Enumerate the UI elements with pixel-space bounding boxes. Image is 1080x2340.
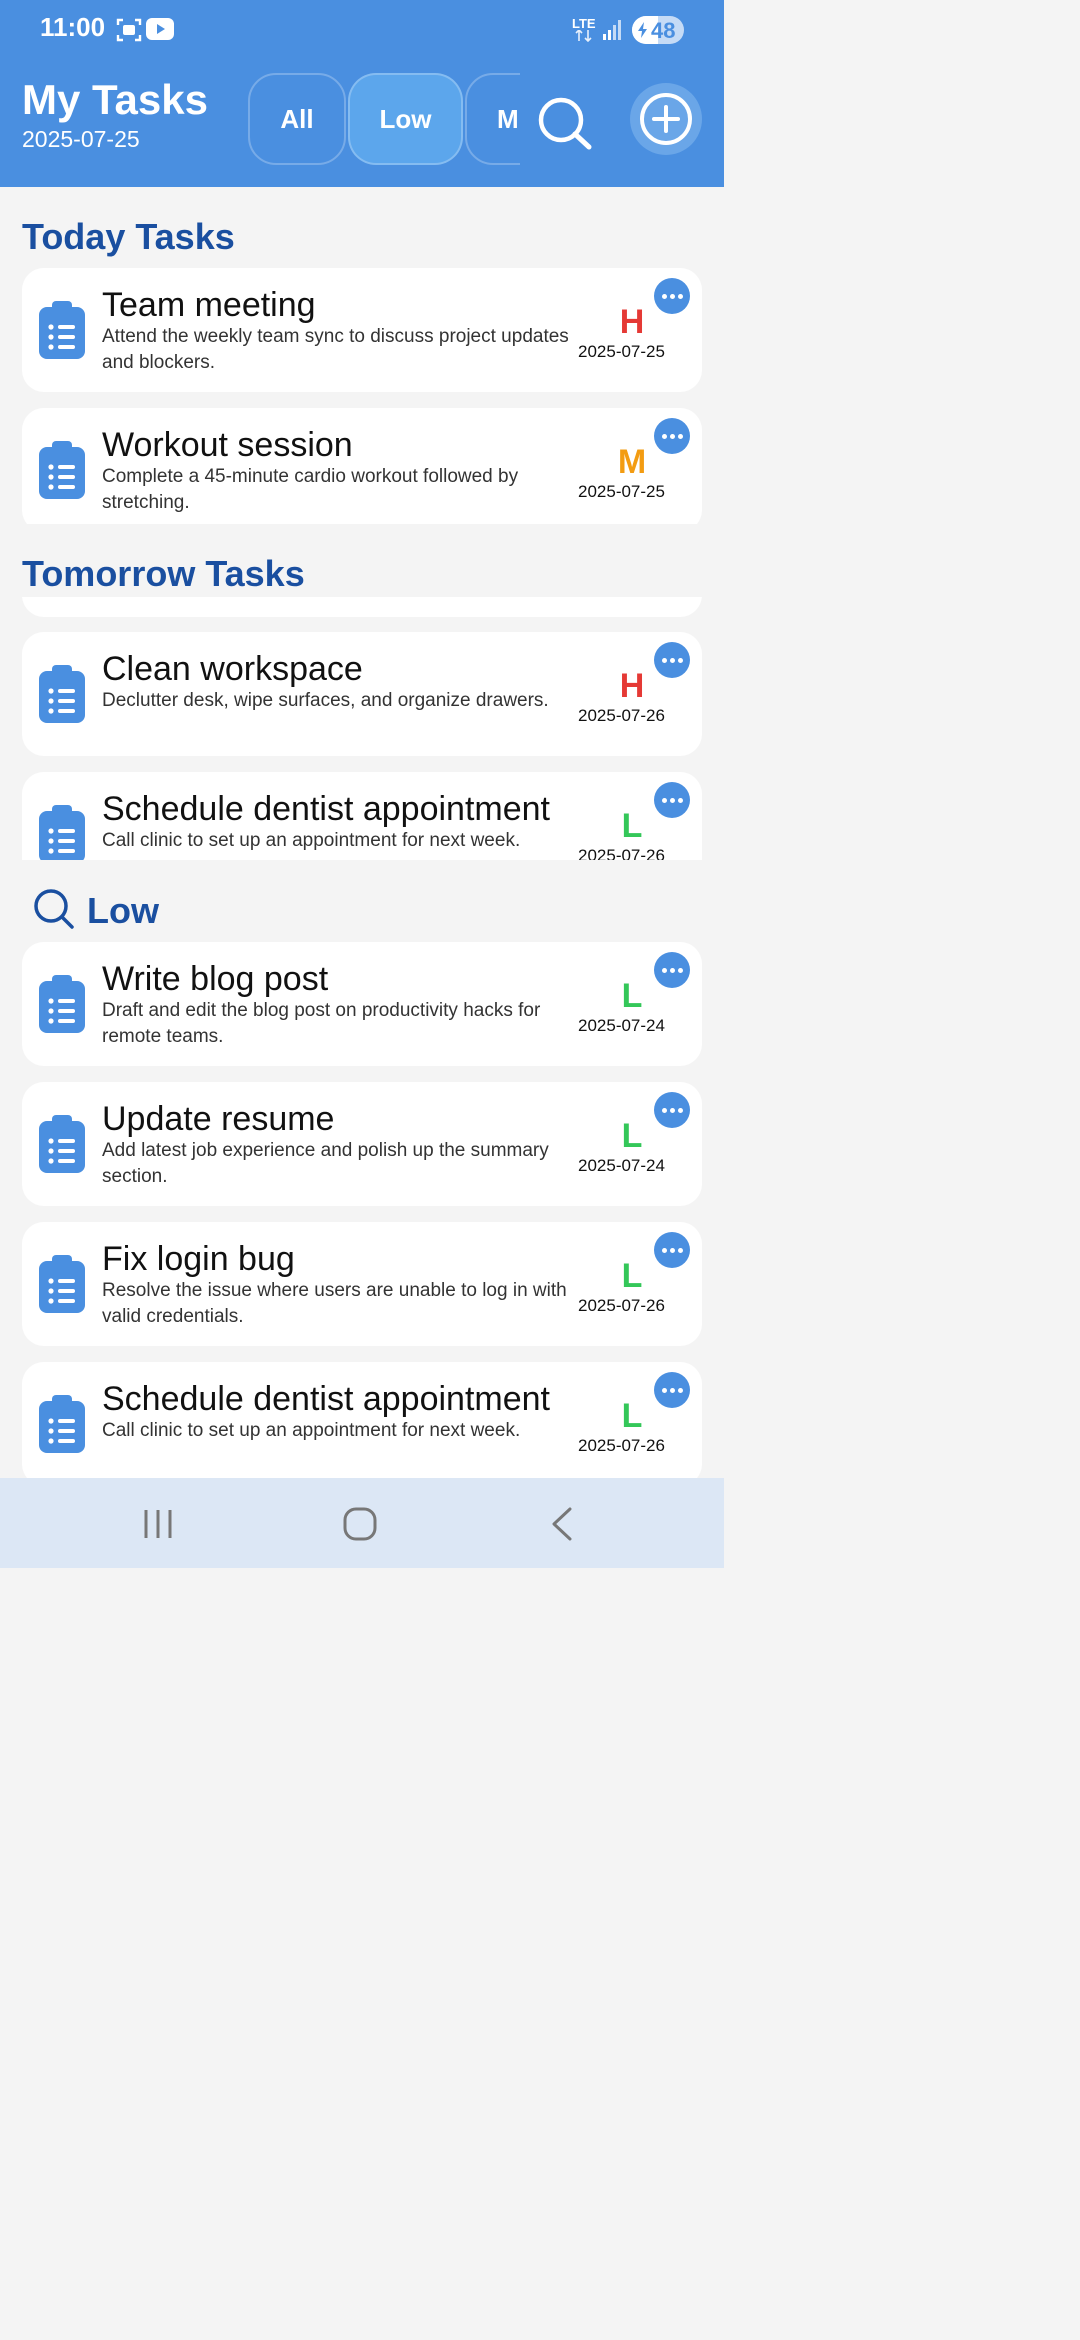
search-button[interactable] [534,94,592,157]
task-date: 2025-07-26 [578,706,665,725]
app-header: 11:00 LTE 48 My Tasks 2025-07-25 All Low [0,0,724,187]
task-menu-button[interactable] [654,782,690,818]
filter-low[interactable]: Low [348,73,463,165]
task-date: 2025-07-24 [578,1156,665,1175]
filter-medium[interactable]: M [465,73,520,165]
task-description: Resolve the issue where users are unable… [102,1280,567,1327]
network-type: LTE [572,16,596,31]
task-date: 2025-07-26 [578,846,665,860]
task-menu-button[interactable] [654,1372,690,1408]
youtube-icon [146,18,174,40]
priority-badge: H [619,667,645,705]
tomorrow-section-title: Tomorrow Tasks [22,553,305,594]
task-title: Write blog post [102,960,329,998]
priority-badge: L [621,1257,643,1295]
search-icon [538,97,592,150]
status-time: 11:00 [40,12,106,42]
task-title: Team meeting [102,286,316,324]
back-icon[interactable] [548,1506,578,1542]
priority-badge: L [621,807,643,845]
task-description: Call clinic to set up an appointment for… [102,1420,521,1441]
task-title: Workout session [102,426,353,464]
task-card[interactable]: Workout session Complete a 45-minute car… [22,408,702,524]
recent-apps-icon[interactable] [140,1508,176,1540]
more-icon [661,657,667,663]
task-menu-button[interactable] [654,418,690,454]
task-description: Declutter desk, wipe surfaces, and organ… [102,690,549,711]
task-description: Attend the weekly team sync to discuss p… [102,326,569,373]
search-icon [34,889,74,929]
priority-badge: M [617,443,647,481]
more-icon [661,1247,667,1253]
clipboard-icon [39,665,85,723]
header-date: 2025-07-25 [22,126,140,152]
priority-badge: L [621,1397,643,1435]
today-section-title: Today Tasks [22,216,235,257]
more-icon [661,1387,667,1393]
screen-record-icon [116,18,142,42]
task-card[interactable]: Schedule dentist appointment Call clinic… [22,1362,702,1478]
clipboard-icon [39,1395,85,1453]
task-menu-button[interactable] [654,642,690,678]
task-card[interactable]: Update resume Add latest job experience … [22,1082,702,1206]
system-nav-bar [0,1478,724,1568]
battery-level: 48 [651,18,676,43]
search-results-list: Write blog post Draft and edit the blog … [0,936,724,1478]
status-bar: 11:00 LTE 48 [0,0,724,60]
clipboard-icon [39,805,85,860]
task-title: Fix login bug [102,1240,295,1278]
task-menu-button[interactable] [654,278,690,314]
more-icon [661,433,667,439]
task-title: Schedule dentist appointment [102,790,550,828]
task-description: Draft and edit the blog post on producti… [102,1000,541,1047]
task-card-partial[interactable] [22,597,702,617]
tomorrow-task-list: Clean workspace Declutter desk, wipe sur… [0,597,724,860]
page-title: My Tasks [22,76,208,123]
task-menu-button[interactable] [654,1092,690,1128]
task-menu-button[interactable] [654,1232,690,1268]
task-card[interactable]: Team meeting Attend the weekly team sync… [22,268,702,392]
data-arrows-icon [575,30,592,42]
battery-indicator: 48 [632,16,684,44]
home-icon[interactable] [342,1506,378,1542]
priority-badge: L [621,977,643,1015]
add-task-button[interactable] [630,83,702,155]
charging-icon [638,22,647,38]
task-card[interactable]: Schedule dentist appointment Call clinic… [22,772,702,860]
signal-icon [603,20,621,40]
clipboard-icon [39,1115,85,1173]
task-title: Schedule dentist appointment [102,1380,550,1418]
search-query-label: Low [87,890,159,931]
task-card[interactable]: Clean workspace Declutter desk, wipe sur… [22,632,702,756]
task-menu-button[interactable] [654,952,690,988]
priority-filter-tabs: All Low M [248,72,520,170]
priority-badge: H [619,303,645,341]
task-date: 2025-07-26 [578,1436,665,1455]
task-description: Complete a 45-minute cardio workout foll… [102,466,519,513]
task-title: Update resume [102,1100,335,1138]
more-icon [661,797,667,803]
priority-badge: L [621,1117,643,1155]
clipboard-icon [39,975,85,1033]
task-description: Add latest job experience and polish up … [102,1140,549,1187]
task-title: Clean workspace [102,650,363,688]
task-card[interactable]: Write blog post Draft and edit the blog … [22,942,702,1066]
more-icon [661,967,667,973]
task-date: 2025-07-25 [578,482,665,501]
task-description: Call clinic to set up an appointment for… [102,830,521,851]
task-date: 2025-07-24 [578,1016,665,1035]
more-icon [661,293,667,299]
filter-all[interactable]: All [248,73,346,165]
more-icon [661,1107,667,1113]
task-date: 2025-07-25 [578,342,665,361]
clipboard-icon [39,441,85,499]
clipboard-icon [39,1255,85,1313]
task-date: 2025-07-26 [578,1296,665,1315]
add-circle-icon [640,93,692,145]
task-card[interactable]: Fix login bug Resolve the issue where us… [22,1222,702,1346]
today-task-list: Team meeting Attend the weekly team sync… [0,262,724,524]
clipboard-icon [39,301,85,359]
